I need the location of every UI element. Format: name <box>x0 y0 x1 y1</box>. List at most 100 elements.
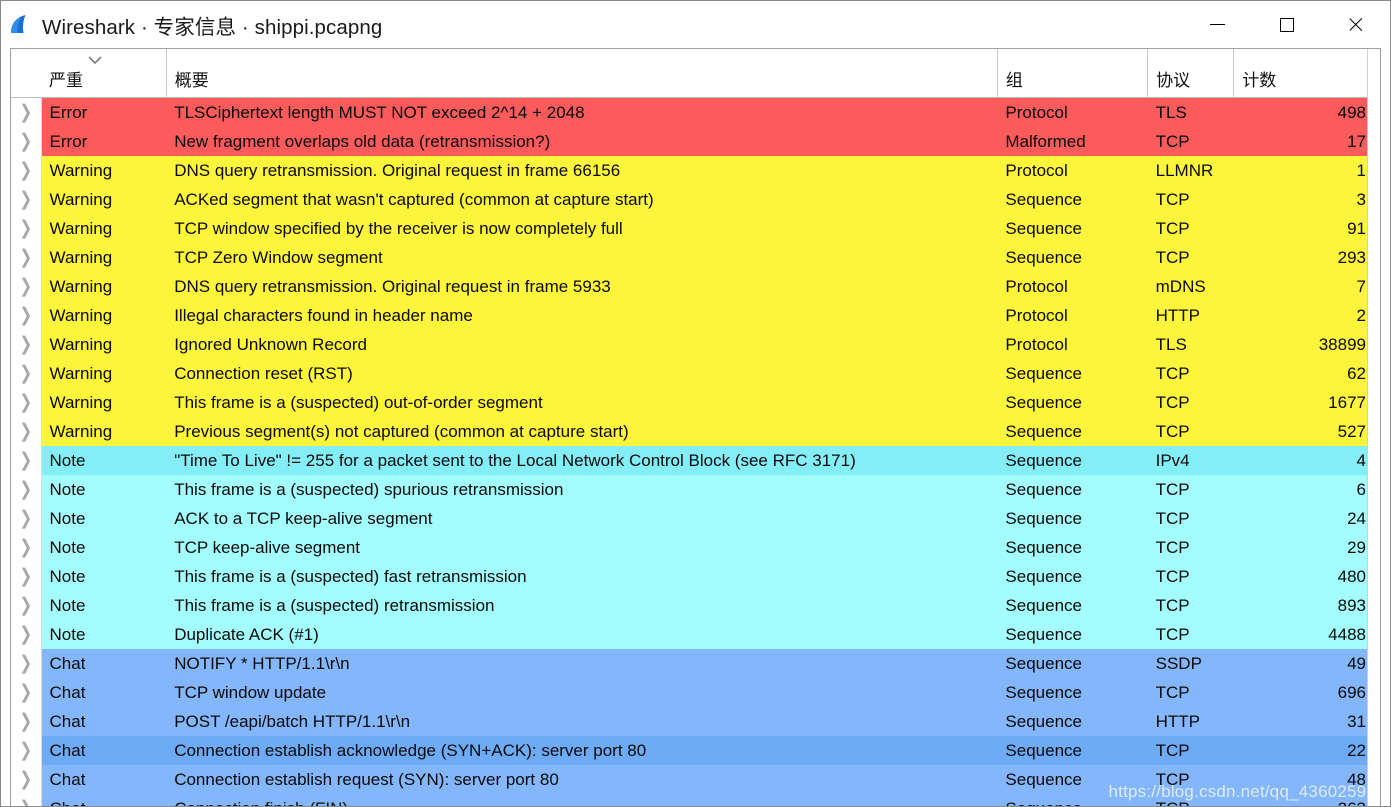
cell-summary: Illegal characters found in header name <box>166 301 998 330</box>
table-row[interactable]: ❯ Note ACK to a TCP keep-alive segment Sequ… <box>11 504 1380 533</box>
chevron-right-icon[interactable]: ❯ <box>19 678 32 707</box>
cell-severity: Warning <box>41 417 167 446</box>
wireshark-fin-icon <box>11 14 26 33</box>
table-row[interactable]: ❯ Note This frame is a (suspected) spuriou… <box>11 475 1380 504</box>
row-expander-cell[interactable]: ❯ <box>11 156 42 185</box>
row-expander-cell[interactable]: ❯ <box>11 272 42 301</box>
row-expander-cell[interactable]: ❯ <box>11 185 42 214</box>
chevron-right-icon[interactable]: ❯ <box>19 330 32 359</box>
table-row[interactable]: ❯ Warning Previous segment(s) not captured… <box>11 417 1380 446</box>
column-header-protocol[interactable]: 协议 <box>1147 49 1235 98</box>
table-row[interactable]: ❯ Note Duplicate ACK (#1) Sequence TCP 4488 <box>11 620 1380 649</box>
cell-severity: Error <box>41 97 167 127</box>
chevron-right-icon[interactable]: ❯ <box>19 98 32 128</box>
chevron-right-icon[interactable]: ❯ <box>19 649 32 678</box>
table-row[interactable]: ❯ Warning DNS query retransmission. Origin… <box>11 272 1380 301</box>
row-expander-cell[interactable]: ❯ <box>11 97 42 128</box>
row-expander-cell[interactable]: ❯ <box>11 794 42 806</box>
table-row[interactable]: ❯ Warning Illegal characters found in head… <box>11 301 1380 330</box>
table-row[interactable]: ❯ Chat Connection establish request (SYN):… <box>11 765 1380 794</box>
row-expander-cell[interactable]: ❯ <box>11 620 42 649</box>
table-row[interactable]: ❯ Note This frame is a (suspected) fast re… <box>11 562 1380 591</box>
column-header-group[interactable]: 组 <box>997 49 1149 98</box>
row-expander-cell[interactable]: ❯ <box>11 301 42 330</box>
row-expander-cell[interactable]: ❯ <box>11 446 42 475</box>
chevron-right-icon[interactable]: ❯ <box>19 214 32 243</box>
table-row[interactable]: ❯ Warning This frame is a (suspected) out-… <box>11 388 1380 417</box>
row-expander-cell[interactable]: ❯ <box>11 707 42 736</box>
chevron-right-icon[interactable]: ❯ <box>19 591 32 620</box>
table-row[interactable]: ❯ Note "Time To Live" != 255 for a packet … <box>11 446 1380 475</box>
column-header-count[interactable]: 计数 <box>1233 49 1380 98</box>
row-expander-cell[interactable]: ❯ <box>11 127 42 156</box>
row-expander-cell[interactable]: ❯ <box>11 330 42 359</box>
chevron-right-icon[interactable]: ❯ <box>19 504 32 533</box>
table-row[interactable]: ❯ Chat Connection establish acknowledge (S… <box>11 736 1380 765</box>
row-expander-cell[interactable]: ❯ <box>11 678 42 707</box>
cell-severity: Warning <box>41 214 167 243</box>
column-header-summary[interactable]: 概要 <box>166 49 998 98</box>
table-row[interactable]: ❯ ChatConnection finish (FIN)SequenceTCP2… <box>11 794 1380 806</box>
table-row[interactable]: ❯ Warning Ignored Unknown Record Protocol TL… <box>11 330 1380 359</box>
chevron-right-icon[interactable]: ❯ <box>19 475 32 504</box>
cell-protocol: SSDP <box>1147 649 1234 678</box>
row-expander-cell[interactable]: ❯ <box>11 417 42 446</box>
row-expander-cell[interactable]: ❯ <box>11 591 42 620</box>
table-row[interactable]: ❯ Chat NOTIFY * HTTP/1.1\r\n Sequence SSDP 49 <box>11 649 1380 678</box>
row-expander-cell[interactable]: ❯ <box>11 736 42 765</box>
chevron-right-icon[interactable]: ❯ <box>19 533 32 562</box>
table-header: 严重 概要 组 协议 计数 <box>11 49 1380 98</box>
row-expander-cell[interactable]: ❯ <box>11 649 42 678</box>
cell-count: 527 <box>1233 417 1380 446</box>
chevron-right-icon[interactable]: ❯ <box>19 127 32 156</box>
table-row[interactable]: ❯ Warning TCP Zero Window segment Sequence T… <box>11 243 1380 272</box>
table-row[interactable]: ❯ Error New fragment overlaps old data (re… <box>11 127 1380 156</box>
cell-group: Sequence <box>997 736 1148 765</box>
chevron-right-icon[interactable]: ❯ <box>19 736 32 765</box>
cell-group: Sequence <box>997 620 1148 649</box>
row-expander-cell[interactable]: ❯ <box>11 243 42 272</box>
column-header-severity[interactable]: 严重 <box>41 49 167 98</box>
chevron-right-icon[interactable]: ❯ <box>19 243 32 272</box>
chevron-right-icon[interactable]: ❯ <box>19 272 32 301</box>
table-row[interactable]: ❯ Warning Connection reset (RST) Sequence TC… <box>11 359 1380 388</box>
chevron-right-icon[interactable]: ❯ <box>19 707 32 736</box>
cell-summary: DNS query retransmission. Original reque… <box>166 156 998 185</box>
chevron-right-icon[interactable]: ❯ <box>19 301 32 330</box>
row-expander-cell[interactable]: ❯ <box>11 562 42 591</box>
table-row[interactable]: ❯ Warning TCP window specified by the rece… <box>11 214 1380 243</box>
cell-severity: Warning <box>41 156 167 185</box>
chevron-right-icon[interactable]: ❯ <box>19 562 32 591</box>
chevron-right-icon[interactable]: ❯ <box>19 359 32 388</box>
table-row[interactable]: ❯ Warning ACKed segment that wasn't captur… <box>11 185 1380 214</box>
table-row[interactable]: ❯ Chat POST /eapi/batch HTTP/1.1\r\n Sequen… <box>11 707 1380 736</box>
chevron-right-icon[interactable]: ❯ <box>19 765 32 794</box>
row-expander-cell[interactable]: ❯ <box>11 765 42 794</box>
chevron-right-icon[interactable]: ❯ <box>19 388 32 417</box>
cell-group: Protocol <box>997 272 1148 301</box>
cell-protocol: TCP <box>1147 388 1234 417</box>
row-expander-cell[interactable]: ❯ <box>11 214 42 243</box>
close-button[interactable] <box>1321 1 1390 48</box>
row-expander-cell[interactable]: ❯ <box>11 504 42 533</box>
row-expander-cell[interactable]: ❯ <box>11 475 42 504</box>
table-row[interactable]: ❯ Note This frame is a (suspected) retrans… <box>11 591 1380 620</box>
chevron-right-icon[interactable]: ❯ <box>19 417 32 446</box>
chevron-right-icon[interactable]: ❯ <box>19 794 32 806</box>
row-expander-cell[interactable]: ❯ <box>11 359 42 388</box>
chevron-right-icon[interactable]: ❯ <box>19 156 32 185</box>
chevron-right-icon[interactable]: ❯ <box>19 446 32 475</box>
row-expander-cell[interactable]: ❯ <box>11 533 42 562</box>
minimize-button[interactable] <box>1183 1 1252 48</box>
chevron-right-icon[interactable]: ❯ <box>19 620 32 649</box>
table-row[interactable]: ❯ Warning DNS query retransmission. Origin… <box>11 156 1380 185</box>
cell-severity: Warning <box>41 301 167 330</box>
cell-protocol: TCP <box>1147 214 1234 243</box>
table-row[interactable]: ❯ Chat TCP window update Sequence TCP 696 <box>11 678 1380 707</box>
table-row[interactable]: ❯ Note TCP keep-alive segment Sequence TCP 29 <box>11 533 1380 562</box>
cell-count: 4488 <box>1233 620 1380 649</box>
table-row[interactable]: ❯ Error TLSCiphertext length MUST NOT exce… <box>11 97 1380 128</box>
chevron-right-icon[interactable]: ❯ <box>19 185 32 214</box>
maximize-button[interactable] <box>1252 1 1321 48</box>
row-expander-cell[interactable]: ❯ <box>11 388 42 417</box>
